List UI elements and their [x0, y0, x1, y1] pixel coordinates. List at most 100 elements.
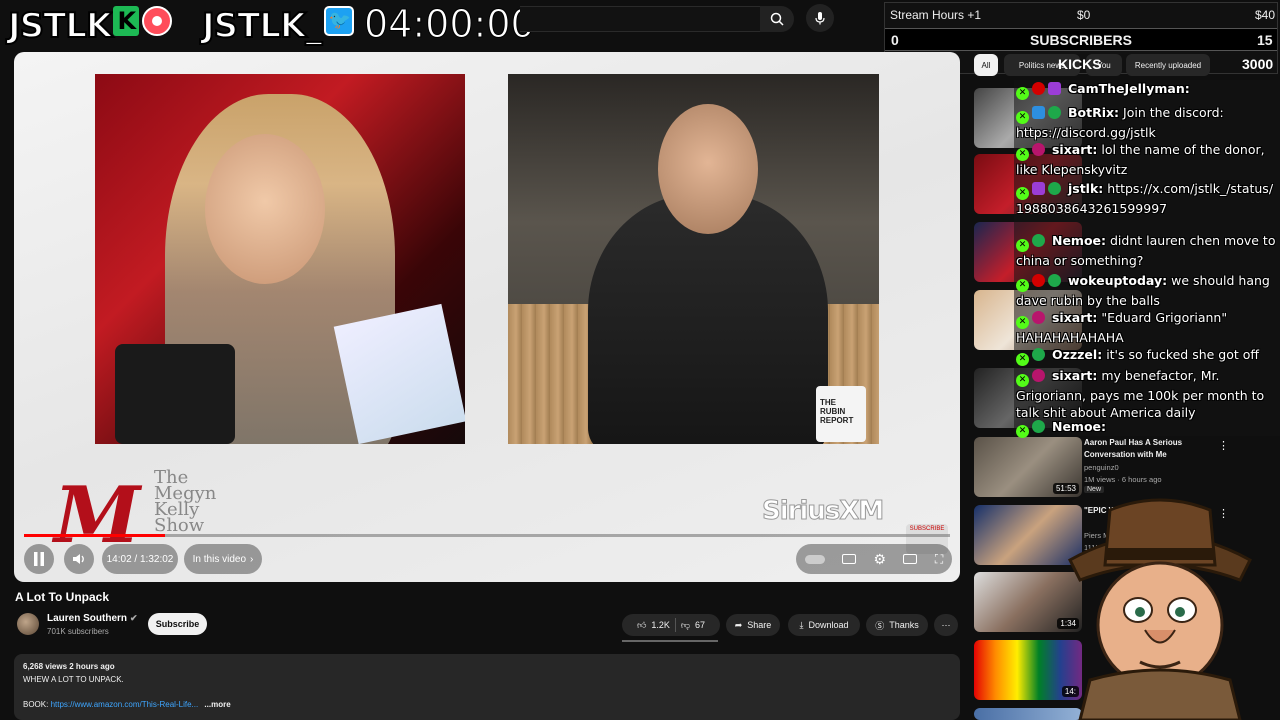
right-controls: ⚙ ⛶: [796, 544, 952, 574]
chat-overlay: ✕ CamTheJellyman: ✕ BotRix: Join the dis…: [1014, 80, 1280, 438]
detective-mascot-image: [1068, 498, 1252, 720]
like-count: 1.2K: [651, 620, 670, 630]
kick-badge-icon: ✕: [1016, 87, 1029, 100]
guest-face: [658, 104, 758, 234]
channel-name-text: Lauren Southern: [47, 613, 128, 624]
description-book-line: BOOK: https://www.amazon.com/This-Real-L…: [23, 700, 231, 709]
chapter-label: In this video: [192, 553, 247, 565]
chapter-button[interactable]: In this video ›: [184, 544, 262, 574]
stream-screen: JSTLK K JSTLK_ 🐦 04:00:00 Stream Hours +1 …: [0, 0, 1280, 720]
logo-text-2: JSTLK_: [201, 5, 323, 47]
verified-badge-icon: [1048, 182, 1061, 195]
download-icon: ⤓: [799, 619, 804, 630]
purple-badge-icon: [1048, 82, 1061, 95]
volume-button[interactable]: [64, 544, 94, 574]
kebab-menu-icon[interactable]: ⋮: [1218, 439, 1229, 452]
autoplay-toggle[interactable]: [804, 554, 825, 564]
kicks-goal: 3000: [1242, 56, 1274, 72]
microphone-icon: [815, 12, 825, 25]
video-title: A Lot To Unpack: [15, 590, 109, 604]
progress-bar[interactable]: [24, 534, 950, 537]
chat-message: ✕ Ozzzel: it's so fucked she got off: [1016, 346, 1280, 366]
host-face: [205, 134, 325, 284]
pause-icon: [34, 552, 44, 566]
download-button[interactable]: ⤓ Download: [788, 614, 860, 636]
description-box[interactable]: 6,268 views 2 hours ago WHEW A LOT TO UN…: [14, 654, 960, 720]
captions-icon[interactable]: [842, 554, 857, 564]
like-dislike-group[interactable]: 👍︎ 1.2K 👎︎ 67: [622, 614, 720, 636]
book-label: BOOK:: [23, 700, 49, 709]
subscribers-label: SUBSCRIBERS: [1030, 32, 1132, 48]
miniplayer-icon[interactable]: [903, 554, 918, 564]
more-actions-button[interactable]: ⋯: [934, 614, 958, 636]
chevron-right-icon: ›: [250, 553, 254, 565]
green-badge-icon: [1032, 234, 1045, 247]
pause-button[interactable]: [24, 544, 54, 574]
subscribe-watermark-label: SUBSCRIBE: [909, 526, 945, 532]
search-button[interactable]: [760, 6, 794, 32]
record-icon: [142, 6, 173, 36]
chat-message: ✕ CamTheJellyman:: [1016, 80, 1280, 100]
recommended-channel[interactable]: penguinz0: [1084, 463, 1119, 472]
kick-badge-icon: ✕: [1016, 148, 1029, 161]
kick-badge-icon: ✕: [1016, 316, 1029, 329]
kick-badge-icon: ✕: [1016, 187, 1029, 200]
red-badge-icon: [1032, 82, 1045, 95]
chat-username: wokeuptoday:: [1067, 273, 1168, 288]
share-button[interactable]: ➦ Share: [726, 614, 780, 636]
settings-gear-icon[interactable]: ⚙: [874, 551, 887, 568]
subscribers-goal: 15: [1257, 32, 1273, 48]
share-icon: ➦: [734, 619, 743, 630]
search-input[interactable]: [520, 6, 760, 32]
subscribe-button[interactable]: Subscribe: [148, 613, 207, 635]
recommended-item[interactable]: 51:53 Aaron Paul Has A Serious Conversat…: [974, 437, 1280, 497]
chat-message: ✕ BotRix: Join the discord: https://disc…: [1016, 104, 1280, 141]
mic-badge-icon: [1032, 182, 1045, 195]
show-more-button[interactable]: ...more: [204, 700, 230, 709]
channel-avatar[interactable]: [17, 613, 39, 635]
chat-message: ✕ Nemoe: didnt lauren chen move to china…: [1016, 232, 1280, 269]
time-display: 14:02 / 1:32:02: [102, 544, 178, 574]
kick-badge-icon: ✕: [1016, 111, 1029, 124]
kicks-label: KICKS: [1058, 56, 1102, 72]
kick-badge-icon: ✕: [1016, 279, 1029, 292]
dislike-count: 67: [695, 620, 706, 630]
green-badge-icon: [1032, 348, 1045, 361]
fullscreen-icon[interactable]: ⛶: [935, 552, 943, 567]
jstlk-kick-logo: JSTLK K: [7, 5, 173, 47]
chip-all[interactable]: All: [974, 54, 998, 76]
recommended-thumbnail[interactable]: 51:53: [974, 437, 1082, 497]
chip-recently-uploaded[interactable]: Recently uploaded: [1126, 54, 1210, 76]
video-player[interactable]: THE RUBIN REPORT M The Megyn Kelly Show …: [14, 52, 960, 582]
chat-username: Nemoe:: [1051, 419, 1107, 434]
rubin-report-mug: THE RUBIN REPORT: [816, 386, 866, 442]
thanks-button[interactable]: Ⓢ Thanks: [866, 614, 928, 636]
kick-badge-icon: ✕: [1016, 425, 1029, 438]
kick-badge-icon: ✕: [1016, 353, 1029, 366]
book-link[interactable]: https://www.amazon.com/This-Real-Life...: [51, 700, 199, 709]
verified-badge-icon: [1048, 274, 1061, 287]
bot-badge-icon: [1032, 106, 1045, 119]
recommended-title[interactable]: Aaron Paul Has A Serious Conversation wi…: [1084, 437, 1214, 461]
thumbs-down-icon[interactable]: 👎︎: [681, 620, 690, 631]
kick-badge-icon: ✕: [1016, 239, 1029, 252]
chat-message: ✕ sixart: lol the name of the donor, lik…: [1016, 141, 1280, 178]
show-title: The Megyn Kelly Show: [154, 467, 217, 536]
like-divider: [674, 618, 676, 632]
views-and-date: 6,268 views 2 hours ago: [23, 662, 115, 671]
channel-name[interactable]: Lauren Southern ✔: [47, 613, 138, 624]
filter-chips: All Politics news You Recently uploaded: [974, 54, 1280, 76]
guest-video-pane: THE RUBIN REPORT: [508, 74, 879, 444]
chat-username: sixart:: [1051, 142, 1098, 157]
verified-check-icon: ✔: [130, 613, 138, 623]
twitter-bird-icon: 🐦: [324, 6, 355, 36]
download-label: Download: [808, 620, 849, 630]
search-icon: [770, 12, 784, 26]
siriusxm-logo: SiriusXM: [761, 496, 884, 527]
chat-username: Nemoe:: [1051, 233, 1107, 248]
share-label: Share: [747, 620, 772, 630]
voice-search-button[interactable]: [806, 4, 834, 32]
chat-text: it's so fucked she got off: [1106, 347, 1260, 362]
thumbs-up-icon[interactable]: 👍︎: [637, 620, 646, 631]
chat-message: ✕ sixart: my benefactor, Mr. Grigoriann,…: [1016, 367, 1280, 421]
